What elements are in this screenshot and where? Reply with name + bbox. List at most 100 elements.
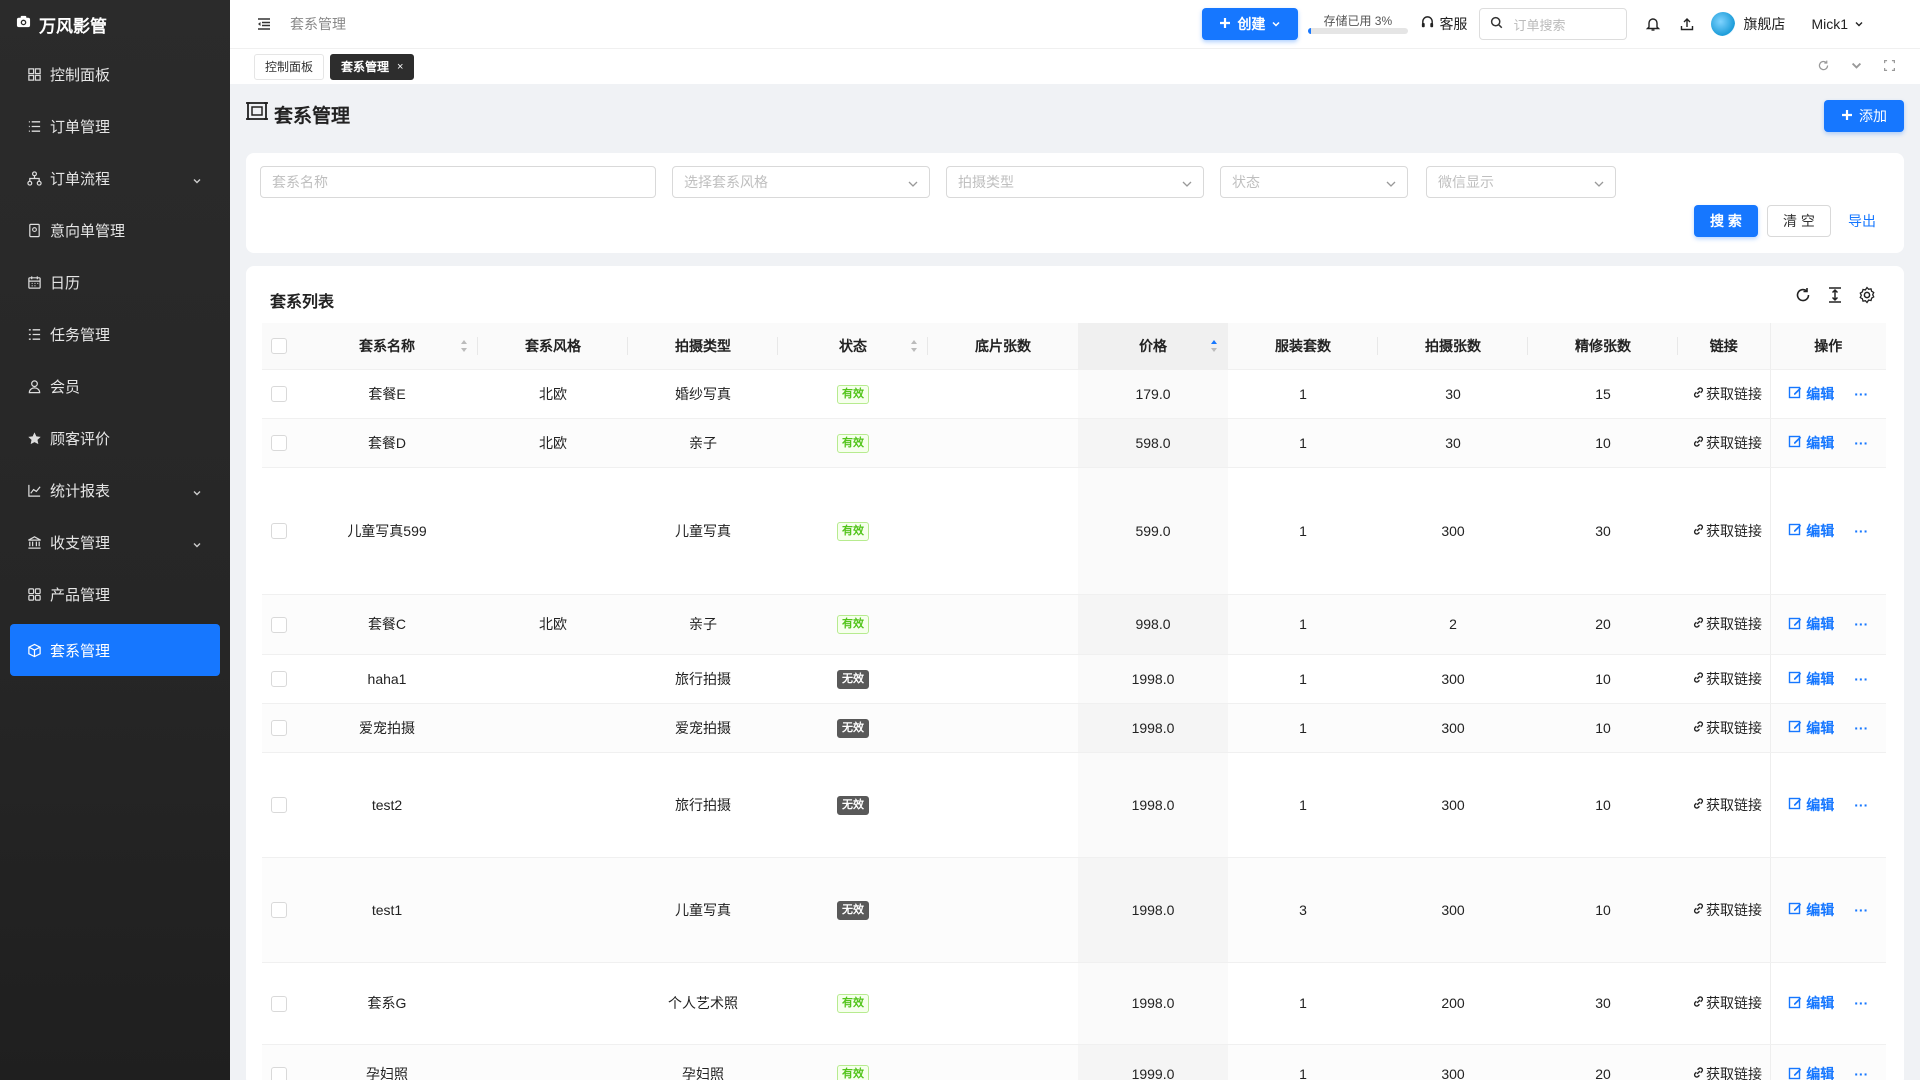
col-status[interactable]: 状态: [778, 323, 928, 370]
table-row[interactable]: 孕妇照 孕妇照 有效 1999.0 1 300 20 获取链接 编辑 ···: [262, 1044, 1886, 1080]
upload-icon[interactable]: [1679, 16, 1695, 32]
more-button[interactable]: ···: [1854, 671, 1868, 687]
chevron-down-icon[interactable]: [1850, 59, 1863, 75]
col-price[interactable]: 价格: [1078, 323, 1228, 370]
edit-button[interactable]: 编辑: [1788, 900, 1834, 920]
edit-button[interactable]: 编辑: [1788, 521, 1834, 541]
edit-button[interactable]: 编辑: [1788, 669, 1834, 689]
more-button[interactable]: ···: [1854, 435, 1868, 451]
sidebar-item-2[interactable]: 订单流程: [10, 152, 220, 204]
sidebar-item-11[interactable]: 套系管理: [10, 624, 220, 676]
create-button[interactable]: 创建: [1202, 8, 1299, 40]
sidebar-item-4[interactable]: 日历: [10, 256, 220, 308]
get-link-button[interactable]: 获取链接: [1678, 433, 1770, 453]
more-button[interactable]: ···: [1854, 995, 1868, 1011]
search-button[interactable]: 搜 索: [1694, 205, 1758, 237]
row-checkbox[interactable]: [271, 435, 287, 452]
table-row[interactable]: 套系G 个人艺术照 有效 1998.0 1 200 30 获取链接 编辑 ···: [262, 962, 1886, 1045]
col-name[interactable]: 套系名称: [296, 323, 478, 370]
tab-package-management[interactable]: 套系管理 ×: [330, 53, 415, 80]
export-button[interactable]: 导出: [1840, 205, 1884, 237]
status-select[interactable]: 状态: [1220, 166, 1408, 198]
table-row[interactable]: test1 儿童写真 无效 1998.0 3 300 10 获取链接 编辑 ···: [262, 857, 1886, 963]
row-checkbox[interactable]: [271, 386, 287, 403]
table-row[interactable]: haha1 旅行拍摄 无效 1998.0 1 300 10 获取链接 编辑 ···: [262, 654, 1886, 704]
more-button[interactable]: ···: [1854, 523, 1868, 539]
table-row[interactable]: 套餐D 北欧 亲子 有效 598.0 1 30 10 获取链接 编辑 ···: [262, 418, 1886, 468]
sidebar-item-1[interactable]: 订单管理: [10, 100, 220, 152]
sidebar-item-3[interactable]: 意向单管理: [10, 204, 220, 256]
select-all-checkbox[interactable]: [271, 338, 287, 355]
package-style-select[interactable]: 选择套系风格: [672, 166, 930, 198]
more-button[interactable]: ···: [1854, 797, 1868, 813]
more-button[interactable]: ···: [1854, 616, 1868, 632]
get-link-button[interactable]: 获取链接: [1678, 718, 1770, 738]
get-link-button[interactable]: 获取链接: [1678, 900, 1770, 920]
sidebar-item-5[interactable]: 任务管理: [10, 308, 220, 360]
settings-icon[interactable]: [1858, 286, 1876, 307]
edit-button[interactable]: 编辑: [1788, 1064, 1834, 1080]
get-link-button[interactable]: 获取链接: [1678, 614, 1770, 634]
row-checkbox[interactable]: [271, 616, 287, 633]
edit-button[interactable]: 编辑: [1788, 433, 1834, 453]
user-menu[interactable]: Mick1: [1811, 16, 1864, 32]
table-row[interactable]: test2 旅行拍摄 无效 1998.0 1 300 10 获取链接 编辑 ···: [262, 752, 1886, 858]
get-link-button[interactable]: 获取链接: [1678, 669, 1770, 689]
sidebar-item-0[interactable]: 控制面板: [10, 48, 220, 100]
wechat-display-select[interactable]: 微信显示: [1426, 166, 1616, 198]
table-row[interactable]: 套餐C 北欧 亲子 有效 998.0 1 2 20 获取链接 编辑 ···: [262, 594, 1886, 655]
package-name-input[interactable]: 套系名称: [260, 166, 656, 198]
shoot-type-select[interactable]: 拍摄类型: [946, 166, 1204, 198]
get-link-button[interactable]: 获取链接: [1678, 384, 1770, 404]
sidebar-item-8[interactable]: 统计报表: [10, 464, 220, 516]
edit-button[interactable]: 编辑: [1788, 993, 1834, 1013]
menu-fold-icon[interactable]: [256, 16, 272, 32]
row-checkbox[interactable]: [271, 671, 287, 688]
get-link-button[interactable]: 获取链接: [1678, 993, 1770, 1013]
cell-status: 有效: [778, 467, 928, 595]
tab-dashboard[interactable]: 控制面板: [254, 53, 325, 80]
row-checkbox[interactable]: [271, 720, 287, 737]
row-checkbox[interactable]: [271, 995, 287, 1012]
order-search-input[interactable]: 订单搜索: [1479, 8, 1628, 40]
table-row[interactable]: 套餐E 北欧 婚纱写真 有效 179.0 1 30 15 获取链接 编辑 ···: [262, 369, 1886, 419]
edit-button[interactable]: 编辑: [1788, 718, 1834, 738]
row-checkbox[interactable]: [271, 797, 287, 814]
sidebar-item-7[interactable]: 顾客评价: [10, 412, 220, 464]
refresh-icon[interactable]: [1817, 59, 1830, 75]
more-button[interactable]: ···: [1854, 386, 1868, 402]
column-height-icon[interactable]: [1826, 286, 1844, 307]
shop-switcher[interactable]: 旗舰店: [1711, 12, 1785, 36]
edit-button[interactable]: 编辑: [1788, 795, 1834, 815]
user-icon: [26, 378, 42, 394]
cell-status: 无效: [778, 857, 928, 963]
get-link-button[interactable]: 获取链接: [1678, 521, 1770, 541]
get-link-button[interactable]: 获取链接: [1678, 795, 1770, 815]
chevron-down-icon: [1181, 177, 1193, 189]
close-icon[interactable]: ×: [397, 61, 403, 73]
row-checkbox[interactable]: [271, 902, 287, 919]
get-link-button[interactable]: 获取链接: [1678, 1064, 1770, 1080]
sidebar-item-10[interactable]: 产品管理: [10, 568, 220, 620]
sidebar-item-9[interactable]: 收支管理: [10, 516, 220, 568]
more-button[interactable]: ···: [1854, 1066, 1868, 1080]
table-row[interactable]: 爱宠拍摄 爱宠拍摄 无效 1998.0 1 300 10 获取链接 编辑 ···: [262, 703, 1886, 753]
sidebar-item-6[interactable]: 会员: [10, 360, 220, 412]
sort-icon[interactable]: [460, 339, 468, 353]
customer-service-button[interactable]: 客服: [1420, 14, 1467, 34]
sort-icon[interactable]: [910, 339, 918, 353]
add-button[interactable]: 添加: [1824, 100, 1904, 132]
sort-ascending-icon[interactable]: [1210, 339, 1218, 353]
row-checkbox[interactable]: [271, 523, 287, 540]
bell-icon[interactable]: [1645, 16, 1661, 32]
edit-button[interactable]: 编辑: [1788, 384, 1834, 404]
chevron-down-icon: [1271, 16, 1281, 32]
reload-icon[interactable]: [1794, 286, 1812, 307]
more-button[interactable]: ···: [1854, 720, 1868, 736]
more-button[interactable]: ···: [1854, 902, 1868, 918]
clear-button[interactable]: 清 空: [1767, 205, 1831, 237]
fullscreen-icon[interactable]: [1883, 59, 1896, 75]
table-row[interactable]: 儿童写真599 儿童写真 有效 599.0 1 300 30 获取链接 编辑 ···: [262, 467, 1886, 595]
edit-button[interactable]: 编辑: [1788, 614, 1834, 634]
row-checkbox[interactable]: [271, 1066, 287, 1080]
